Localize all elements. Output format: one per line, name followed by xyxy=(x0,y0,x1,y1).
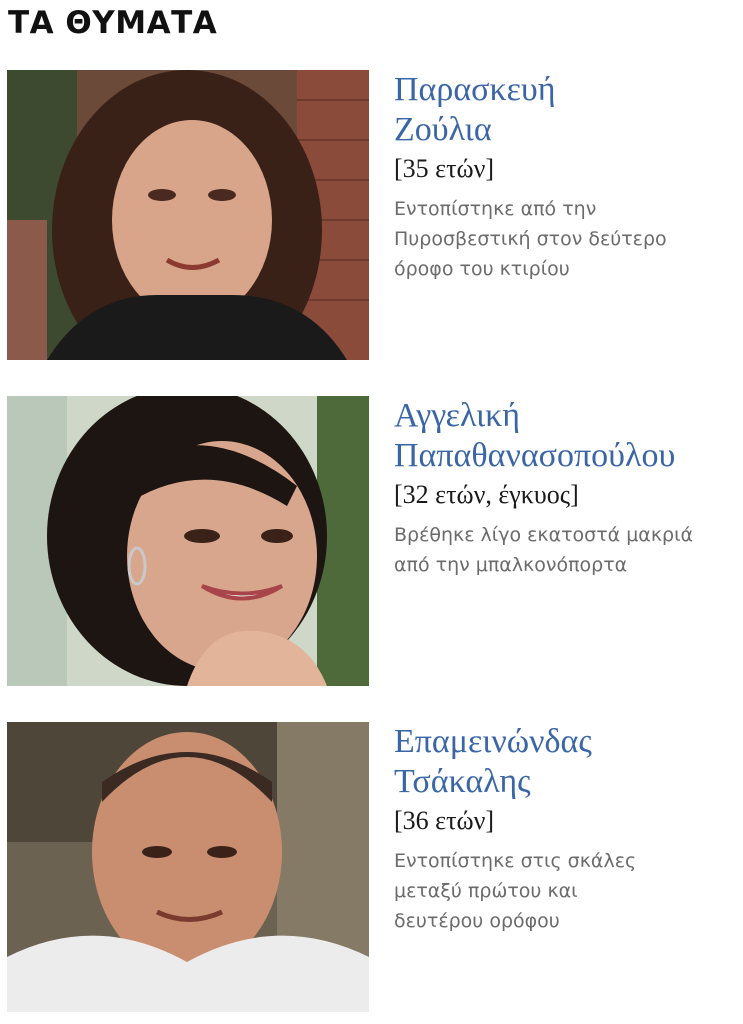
description-line: μεταξύ πρώτου και xyxy=(394,880,578,902)
victim-age: [32 ετών, έγκυος] xyxy=(394,480,579,509)
victim-info: Επαμεινώνδας Τσάκαλης [36 ετών] Εντοπίστ… xyxy=(394,722,739,936)
description-line: όροφο του κτιρίου xyxy=(394,258,570,280)
victim-description: Εντοπίστηκε από την Πυροσβεστική στον δε… xyxy=(394,194,739,284)
victim-age: [35 ετών] xyxy=(394,154,495,183)
victim-info: Αγγελική Παπαθανασοπούλου [32 ετών, έγκυ… xyxy=(394,396,739,580)
description-line: Βρέθηκε λίγο εκατοστά μακριά xyxy=(394,524,694,546)
victim-name: Παρασκευή Ζούλια xyxy=(394,70,739,150)
victim-info: Παρασκευή Ζούλια [35 ετών] Εντοπίστηκε α… xyxy=(394,70,739,284)
description-line: Εντοπίστηκε από την xyxy=(394,198,597,220)
victim-name-line: Τσάκαλης xyxy=(394,763,531,800)
victim-name-line: Ζούλια xyxy=(394,111,492,148)
victim-name-line: Παπαθανασοπούλου xyxy=(394,437,676,474)
description-line: Πυροσβεστική στον δεύτερο xyxy=(394,228,667,250)
victim-age: [36 ετών] xyxy=(394,806,495,835)
victim-photo xyxy=(7,396,369,686)
victim-name-line: Επαμεινώνδας xyxy=(394,723,592,760)
victim-photo xyxy=(7,722,369,1012)
victim-name: Επαμεινώνδας Τσάκαλης xyxy=(394,722,739,802)
victim-name-line: Αγγελική xyxy=(394,397,521,434)
description-line: δευτέρου ορόφου xyxy=(394,910,560,932)
victim-description: Βρέθηκε λίγο εκατοστά μακριά από την μπα… xyxy=(394,520,739,580)
victim-name-line: Παρασκευή xyxy=(394,71,556,108)
victim-description: Εντοπίστηκε στις σκάλες μεταξύ πρώτου κα… xyxy=(394,846,739,936)
description-line: από την μπαλκονόπορτα xyxy=(394,554,628,576)
victim-photo xyxy=(7,70,369,360)
page-title: ΤΑ ΘΥΜΑΤΑ xyxy=(8,5,218,41)
victim-name: Αγγελική Παπαθανασοπούλου xyxy=(394,396,739,476)
description-line: Εντοπίστηκε στις σκάλες xyxy=(394,850,637,872)
